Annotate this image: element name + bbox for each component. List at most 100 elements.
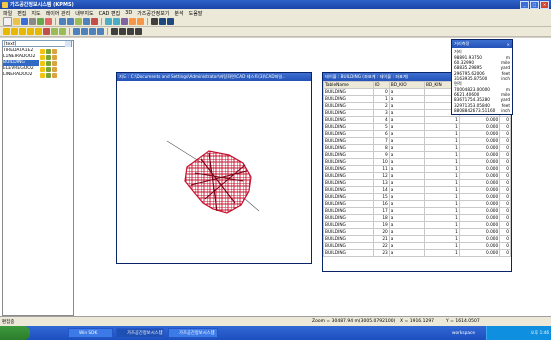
table-cell[interactable]: 0.000 [458, 207, 501, 215]
zoom-in-icon[interactable] [59, 18, 66, 25]
refresh-icon[interactable] [91, 18, 98, 25]
table-cell[interactable]: 0 [499, 158, 511, 166]
new-icon[interactable] [3, 17, 12, 26]
menu-map[interactable]: 지도 [31, 10, 40, 17]
print-icon[interactable] [29, 18, 36, 25]
redo-icon[interactable] [59, 28, 66, 35]
table-cell[interactable]: a [388, 179, 425, 187]
table-cell[interactable]: 0 [499, 179, 511, 187]
table-cell[interactable]: 15 [372, 193, 390, 201]
start-button[interactable] [0, 326, 30, 340]
close-button[interactable]: × [540, 0, 549, 9]
edit-icon[interactable] [46, 54, 51, 60]
table-cell[interactable]: 0 [499, 116, 511, 124]
table-cell[interactable]: a [388, 151, 425, 159]
move-icon[interactable] [27, 28, 34, 35]
table-cell[interactable]: 0 [499, 221, 511, 229]
table-cell[interactable]: BUILDING [323, 200, 374, 208]
line-tool-icon[interactable] [119, 28, 126, 35]
table-cell[interactable]: 0.000 [458, 123, 501, 131]
table-cell[interactable]: 0 [499, 151, 511, 159]
menu-file[interactable]: 파일 [3, 10, 12, 17]
taskbar-item[interactable]: 가즈공간정보시스템 [168, 328, 218, 338]
table-cell[interactable]: BUILDING [323, 235, 374, 243]
table-row[interactable]: BUILDING 4 a 1 0.000 0 [323, 116, 511, 124]
text-icon[interactable] [111, 28, 118, 35]
menu-gis[interactable]: 가즈공간정보기 [137, 10, 169, 17]
info-icon[interactable] [113, 18, 120, 25]
table-row[interactable]: BUILDING 14 a 1 0.000 0 [323, 186, 511, 194]
table-cell[interactable]: a [388, 95, 425, 103]
table-cell[interactable]: BUILDING [323, 249, 374, 257]
table-row[interactable]: BUILDING 23 a 1 0.000 0 [323, 249, 511, 257]
table-cell[interactable]: 0.000 [458, 186, 501, 194]
menu-edit[interactable]: 편집 [17, 10, 26, 17]
taskbar-item-active[interactable]: 가즈공간정보시스템 [116, 328, 164, 338]
table-cell[interactable]: 1 [423, 242, 460, 250]
search-icon[interactable] [121, 18, 128, 25]
table-cell[interactable]: BUILDING [323, 151, 374, 159]
column-header[interactable]: ID [372, 81, 390, 89]
table-cell[interactable]: 0 [372, 88, 390, 96]
edit-icon[interactable] [46, 72, 51, 78]
menu-cad-edit[interactable]: CAD 편집 [99, 10, 121, 17]
table-cell[interactable]: BUILDING [323, 207, 374, 215]
table-cell[interactable]: 1 [423, 130, 460, 138]
table-cell[interactable]: a [388, 116, 425, 124]
layer-item[interactable]: LINERADOO2 [3, 72, 71, 78]
visible-icon[interactable] [40, 66, 45, 72]
menu-inner-map[interactable]: 내부지도 [75, 10, 93, 17]
table-cell[interactable]: 1 [423, 207, 460, 215]
binoculars-icon[interactable] [151, 18, 158, 25]
table-row[interactable]: BUILDING 12 a 1 0.000 0 [323, 172, 511, 180]
table-cell[interactable]: BUILDING [323, 228, 374, 236]
table-cell[interactable]: 1 [423, 158, 460, 166]
menu-analysis[interactable]: 분석 [174, 10, 183, 17]
table-cell[interactable]: 21 [372, 235, 390, 243]
table-cell[interactable]: 0.000 [458, 249, 501, 257]
table-cell[interactable]: a [388, 242, 425, 250]
table-row[interactable]: BUILDING 15 a 1 0.000 0 [323, 193, 511, 201]
table-cell[interactable]: 0.000 [458, 144, 501, 152]
table-cell[interactable]: BUILDING [323, 193, 374, 201]
table-cell[interactable]: 0 [499, 200, 511, 208]
table-row[interactable]: BUILDING 22 a 1 0.000 0 [323, 242, 511, 250]
open-icon[interactable] [13, 18, 20, 25]
table-cell[interactable]: a [388, 158, 425, 166]
table-cell[interactable]: BUILDING [323, 137, 374, 145]
table-row[interactable]: BUILDING 7 a 1 0.000 0 [323, 137, 511, 145]
menu-3d[interactable]: 3D [125, 10, 132, 16]
table-cell[interactable]: 0 [499, 172, 511, 180]
table-cell[interactable]: BUILDING [323, 130, 374, 138]
table-cell[interactable]: 2 [372, 102, 390, 110]
visible-icon[interactable] [40, 48, 45, 54]
table-cell[interactable]: 1 [423, 193, 460, 201]
table-row[interactable]: BUILDING 16 a 1 0.000 0 [323, 200, 511, 208]
table-cell[interactable]: BUILDING [323, 109, 374, 117]
maximize-button[interactable]: □ [530, 0, 539, 9]
table-cell[interactable]: 1 [423, 235, 460, 243]
lock-icon[interactable] [52, 54, 57, 60]
table-row[interactable]: BUILDING 18 a 1 0.000 0 [323, 214, 511, 222]
column-header[interactable]: TableName [323, 81, 374, 89]
table-cell[interactable]: 7 [372, 137, 390, 145]
table-cell[interactable]: 22 [372, 242, 390, 250]
table-cell[interactable]: 0.000 [458, 228, 501, 236]
visible-icon[interactable] [40, 72, 45, 78]
table-cell[interactable]: a [388, 200, 425, 208]
table-cell[interactable]: 0.000 [458, 221, 501, 229]
table-cell[interactable]: 1 [423, 116, 460, 124]
draw-point-icon[interactable] [3, 28, 10, 35]
table-cell[interactable]: 3 [372, 109, 390, 117]
edit-icon[interactable] [46, 66, 51, 72]
table-cell[interactable]: 1 [423, 144, 460, 152]
select-icon[interactable] [105, 18, 112, 25]
edit-icon[interactable] [46, 60, 51, 66]
table-cell[interactable]: 20 [372, 228, 390, 236]
visible-icon[interactable] [40, 60, 45, 66]
table-cell[interactable]: 0 [499, 186, 511, 194]
measure-icon[interactable] [129, 18, 136, 25]
table-row[interactable]: BUILDING 19 a 1 0.000 0 [323, 221, 511, 229]
table-cell[interactable]: 0 [499, 144, 511, 152]
table-cell[interactable]: 0 [499, 242, 511, 250]
